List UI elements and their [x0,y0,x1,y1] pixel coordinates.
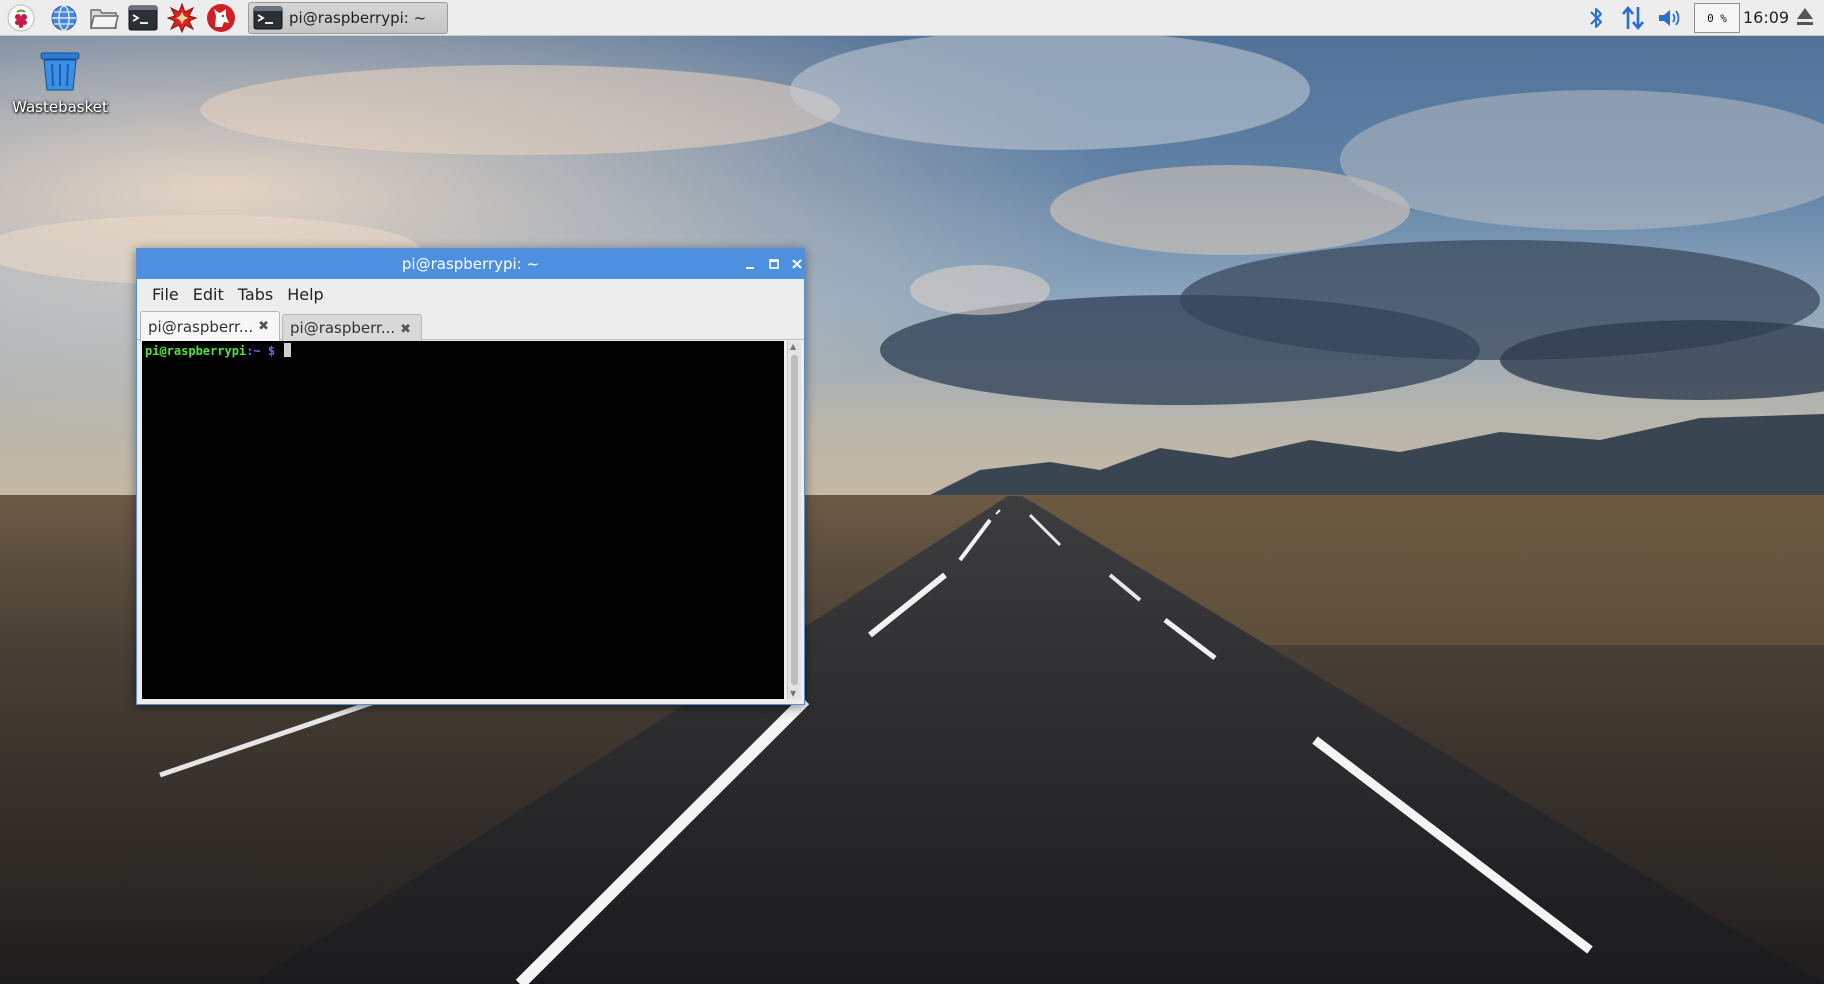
eject-button[interactable] [1795,5,1815,33]
scroll-up-icon[interactable]: ▲ [790,342,796,351]
close-button[interactable] [787,254,807,274]
terminal-window: pi@raspberrypi: ~ File Edit Tabs Help pi… [136,248,805,705]
terminal-icon [128,5,158,31]
menu-bar: File Edit Tabs Help [137,279,804,309]
mathematica-button[interactable] [166,2,198,34]
terminal-output[interactable]: pi@raspberrypi:~ $ [142,341,784,699]
wolf-icon [207,4,235,32]
minimize-icon [746,267,754,269]
cpu-usage-value: 0 % [1707,11,1727,25]
tab-label: pi@raspberr... [290,319,394,337]
file-manager-button[interactable] [88,2,120,34]
menu-help[interactable]: Help [280,285,330,304]
tab-label: pi@raspberr... [148,318,252,336]
bluetooth-button[interactable] [1585,4,1607,32]
wolfram-button[interactable] [205,2,237,34]
minimize-button[interactable] [740,254,760,274]
tab-2[interactable]: pi@raspberr... ✖ [282,314,422,341]
close-icon [792,259,802,269]
eject-icon [1797,8,1813,25]
cpu-usage-monitor[interactable]: 0 % [1694,3,1740,33]
task-button-terminal[interactable]: pi@raspberrypi: ~ [248,2,448,34]
tab-close-icon[interactable]: ✖ [258,319,269,334]
wastebasket-icon [40,52,80,91]
prompt-user-host: pi@raspberrypi [145,344,247,358]
text-cursor [284,343,292,357]
top-panel: pi@raspberrypi: ~ 0 % 16:09 [0,0,1824,36]
menu-tabs[interactable]: Tabs [231,285,280,304]
network-button[interactable] [1620,4,1646,32]
speaker-icon [1659,10,1680,26]
shell-prompt: pi@raspberrypi:~ $ [145,343,292,358]
clock[interactable]: 16:09 [1743,8,1789,27]
task-button-label: pi@raspberrypi: ~ [289,9,427,27]
terminal-scrollbar[interactable]: ▲ ▼ [787,341,801,699]
menu-edit[interactable]: Edit [186,285,231,304]
window-titlebar[interactable]: pi@raspberrypi: ~ [137,249,804,279]
scroll-down-icon[interactable]: ▼ [790,689,796,698]
bluetooth-icon [1590,8,1602,28]
desktop-icon-label: Wastebasket [12,98,108,116]
terminal-launcher-button[interactable] [127,2,159,34]
raspberry-menu-button[interactable] [5,2,37,34]
volume-button[interactable] [1656,4,1684,32]
prompt-path: :~ $ [246,344,276,358]
tab-bar: pi@raspberr... ✖ pi@raspberr... ✖ [137,309,804,342]
window-title: pi@raspberrypi: ~ [401,255,540,273]
globe-icon [51,5,77,31]
desktop-icon-wastebasket[interactable]: Wastebasket [6,48,114,116]
maximize-icon [769,259,779,269]
web-browser-button[interactable] [48,2,80,34]
raspberry-icon [7,4,35,32]
menu-file[interactable]: File [145,285,186,304]
scroll-thumb[interactable] [791,355,798,685]
network-arrows-icon [1622,5,1644,31]
mathematica-star-icon [167,3,197,33]
terminal-icon [253,6,283,30]
maximize-button[interactable] [764,254,784,274]
tab-1[interactable]: pi@raspberr... ✖ [140,311,280,342]
tab-close-icon[interactable]: ✖ [400,322,411,337]
folder-icon [90,9,119,29]
